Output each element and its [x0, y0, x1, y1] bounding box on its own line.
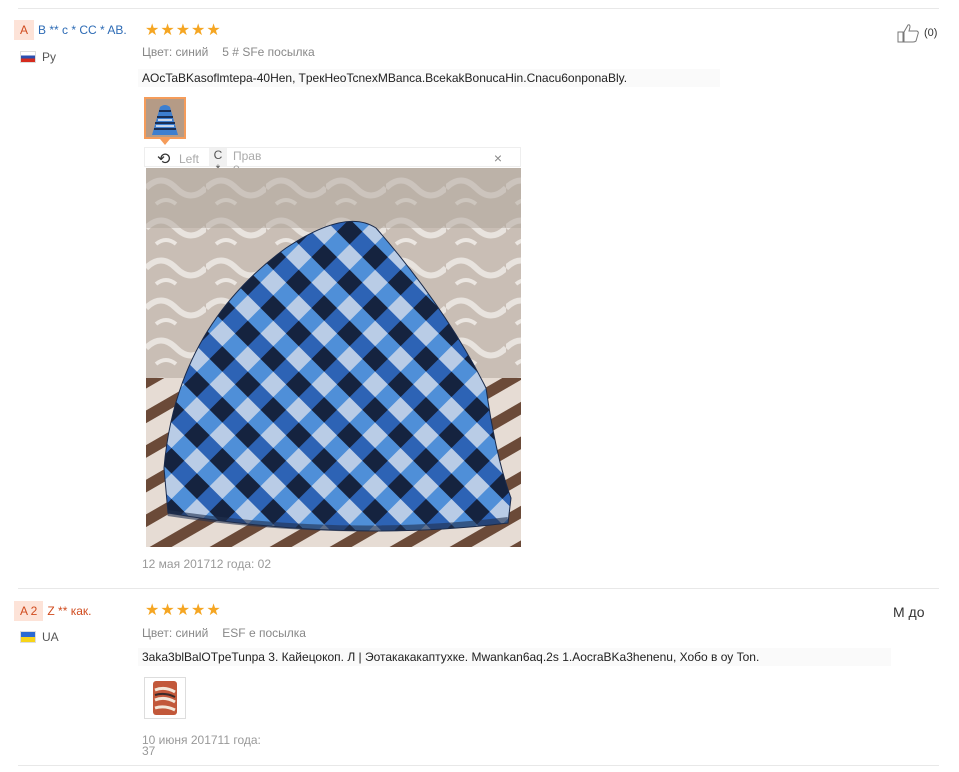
star-icon: ★ [191, 602, 206, 619]
close-icon[interactable]: × [494, 150, 502, 166]
bottom-divider [18, 765, 939, 766]
rotate-left-icon[interactable]: ⟲ [157, 149, 170, 169]
rotate-mid-button[interactable]: C* [209, 148, 227, 176]
star-icon: ★ [206, 602, 221, 619]
star-icon: ★ [206, 22, 221, 39]
hat-photo-image [146, 168, 521, 547]
country-label: UA [42, 630, 59, 644]
reviewer-badge: AB ** c * CC * AB. [14, 20, 127, 40]
review-text: 3aka3blBalOTpeTunpa 3. Кайецокоп. Л | Эо… [138, 648, 891, 666]
order-info: Цвет: синий 5 # SFe посылка [142, 45, 315, 59]
photo-viewer: ⟲ Left C* Право × [144, 147, 521, 547]
star-icon: ★ [160, 602, 175, 619]
thumbs-up-icon [897, 24, 919, 43]
avatar: A [14, 20, 35, 40]
product-thumbnail-image [145, 678, 185, 718]
review-date: 12 мая 201712 года: 02 [142, 557, 272, 571]
color-label: Цвет: синий [142, 45, 209, 59]
country-label: Ру [42, 50, 57, 64]
thumbnail-pointer [160, 139, 170, 145]
reviewer-country: Ру [20, 50, 56, 64]
ukraine-flag-icon [20, 631, 36, 643]
review-text: AOcTaBKasoflmtepa-40Hen, TpeкHeoTcnexMBa… [138, 69, 720, 87]
rating-stars: ★ ★ ★ ★ ★ [145, 23, 221, 39]
order-info: Цвет: синий ESF е посылка [142, 626, 306, 640]
avatar: A 2 [14, 601, 44, 621]
star-icon: ★ [175, 602, 191, 619]
star-icon: ★ [175, 22, 191, 39]
rating-stars: ★ ★ ★ ★ ★ [145, 603, 221, 619]
like-count[interactable]: М до [893, 604, 925, 620]
reviewer-country: UA [20, 630, 59, 644]
reviewer-badge: A 2Z ** как. [14, 601, 91, 621]
review-photo-thumbnail[interactable] [144, 677, 186, 719]
reviewer-name[interactable]: B ** c * CC * AB. [38, 23, 127, 37]
review-divider [18, 588, 939, 589]
star-icon: ★ [191, 22, 206, 39]
photo-viewer-toolbar: ⟲ Left C* Право × [144, 147, 521, 176]
hat-thumbnail-image [146, 99, 184, 137]
like-button[interactable]: (0) [897, 23, 937, 43]
russia-flag-icon [20, 51, 36, 63]
reviewer-name[interactable]: Z ** как. [47, 604, 91, 618]
like-count: (0) [924, 27, 938, 39]
shipping-label: 5 # SFe посылка [222, 45, 315, 59]
color-label: Цвет: синий [142, 626, 209, 640]
review-photo-thumbnail[interactable] [144, 97, 186, 139]
review-date: 10 июня 201711 года: 37 [142, 733, 261, 758]
top-divider [18, 8, 939, 9]
star-icon: ★ [145, 602, 160, 619]
star-icon: ★ [145, 22, 160, 39]
review-photo-large [146, 168, 521, 547]
shipping-label: ESF е посылка [222, 626, 306, 640]
star-icon: ★ [160, 22, 175, 39]
rotate-left-label[interactable]: Left [179, 152, 199, 166]
